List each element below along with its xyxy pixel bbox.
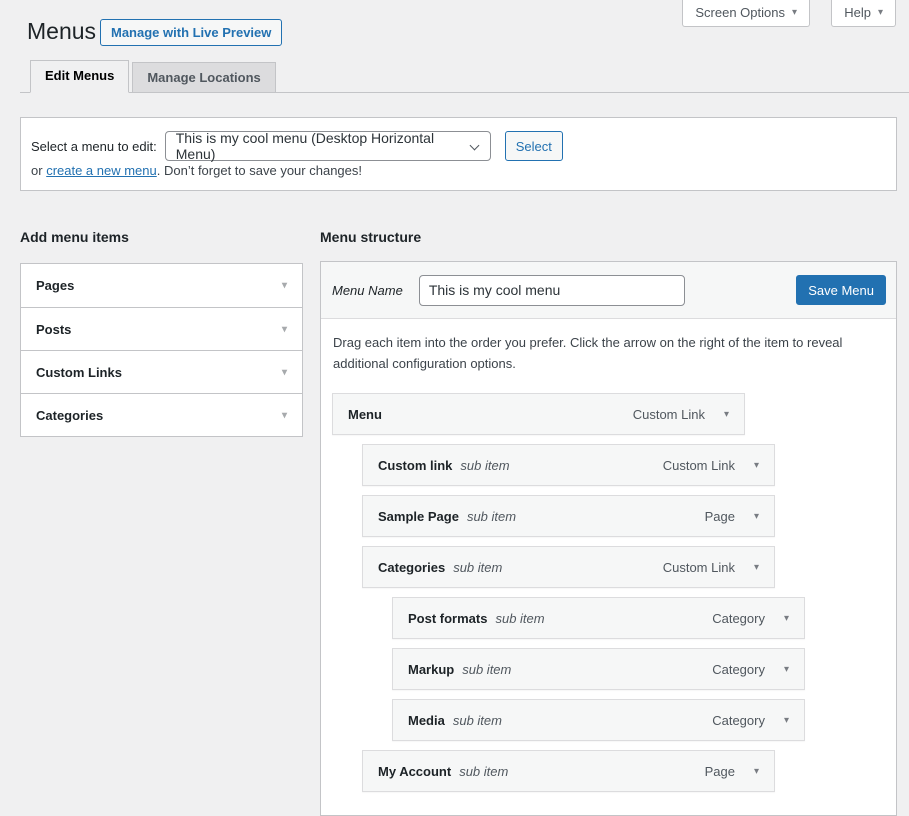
chevron-down-icon: ▾: [792, 8, 797, 18]
menu-item-type: Page: [705, 509, 735, 524]
menu-select-dropdown[interactable]: This is my cool menu (Desktop Horizontal…: [165, 131, 491, 161]
menu-item-title: Menu: [348, 407, 382, 422]
menus-admin-page: Menus Manage with Live Preview Screen Op…: [0, 0, 909, 816]
menu-item-media[interactable]: Media sub item Category ▾: [392, 699, 805, 741]
accordion-panel-pages[interactable]: Pages ▾: [21, 264, 302, 307]
help-label: Help: [844, 5, 871, 20]
menu-item-my-account[interactable]: My Account sub item Page ▾: [362, 750, 775, 792]
menu-item-title: Sample Page: [378, 509, 459, 524]
or-text: or: [31, 163, 43, 178]
menu-item-categories[interactable]: Categories sub item Custom Link ▾: [362, 546, 775, 588]
chevron-down-icon: ▾: [878, 8, 883, 18]
menu-select-label: Select a menu to edit:: [31, 139, 157, 154]
menu-item-type: Custom Link: [663, 458, 735, 473]
menu-item-sub-label: sub item: [495, 611, 544, 626]
menu-item-sub-label: sub item: [453, 713, 502, 728]
menu-item-title: Markup: [408, 662, 454, 677]
expand-item-icon[interactable]: ▾: [754, 562, 759, 573]
add-menu-items-heading: Add menu items: [20, 229, 129, 245]
accordion-label: Categories: [36, 408, 103, 423]
help-button[interactable]: Help ▾: [831, 0, 896, 27]
menu-item-sub-label: sub item: [460, 458, 509, 473]
chevron-down-icon: ▾: [282, 367, 287, 378]
expand-item-icon[interactable]: ▾: [784, 613, 789, 624]
expand-item-icon[interactable]: ▾: [784, 715, 789, 726]
menu-item-sub-label: sub item: [453, 560, 502, 575]
menu-item-type: Page: [705, 764, 735, 779]
menu-item-title: Custom link: [378, 458, 452, 473]
accordion-label: Custom Links: [36, 365, 122, 380]
screen-options-label: Screen Options: [695, 5, 785, 20]
menu-item-type: Category: [712, 611, 765, 626]
add-menu-items-accordion: Pages ▾ Posts ▾ Custom Links ▾ Categorie…: [20, 263, 303, 437]
menu-item-type: Category: [712, 713, 765, 728]
expand-item-icon[interactable]: ▾: [754, 766, 759, 777]
menu-select-panel: Select a menu to edit: This is my cool m…: [20, 117, 897, 191]
save-menu-button[interactable]: Save Menu: [796, 275, 886, 305]
menu-item-menu[interactable]: Menu Custom Link ▾: [332, 393, 745, 435]
accordion-panel-posts[interactable]: Posts ▾: [21, 307, 302, 350]
chevron-down-icon: ▾: [282, 410, 287, 421]
expand-item-icon[interactable]: ▾: [754, 460, 759, 471]
menu-item-sub-label: sub item: [459, 764, 508, 779]
menu-item-type: Custom Link: [663, 560, 735, 575]
menu-item-type: Category: [712, 662, 765, 677]
manage-live-preview-button[interactable]: Manage with Live Preview: [100, 19, 282, 46]
tab-edit-menus[interactable]: Edit Menus: [30, 60, 129, 93]
menu-item-title: Categories: [378, 560, 445, 575]
page-title: Menus: [27, 17, 96, 46]
menu-item-post-formats[interactable]: Post formats sub item Category ▾: [392, 597, 805, 639]
chevron-down-icon: [469, 141, 479, 151]
accordion-panel-categories[interactable]: Categories ▾: [21, 393, 302, 436]
menu-item-custom-link[interactable]: Custom link sub item Custom Link ▾: [362, 444, 775, 486]
tab-bar: Edit Menus Manage Locations: [20, 61, 909, 93]
chevron-down-icon: ▾: [282, 324, 287, 335]
screen-options-button[interactable]: Screen Options ▾: [682, 0, 810, 27]
menu-item-sample-page[interactable]: Sample Page sub item Page ▾: [362, 495, 775, 537]
save-changes-reminder: . Don’t forget to save your changes!: [157, 163, 362, 178]
menu-item-type: Custom Link: [633, 407, 705, 422]
menu-item-title: Media: [408, 713, 445, 728]
tab-manage-locations[interactable]: Manage Locations: [132, 62, 275, 93]
accordion-label: Posts: [36, 322, 71, 337]
menu-select-value: This is my cool menu (Desktop Horizontal…: [176, 130, 460, 162]
accordion-label: Pages: [36, 278, 74, 293]
menu-name-input[interactable]: [419, 275, 685, 306]
menu-name-label: Menu Name: [332, 283, 403, 298]
menu-item-markup[interactable]: Markup sub item Category ▾: [392, 648, 805, 690]
drag-instructions: Drag each item into the order you prefer…: [321, 319, 861, 389]
select-menu-button[interactable]: Select: [505, 131, 563, 161]
create-menu-hint: or create a new menu. Don’t forget to sa…: [31, 163, 362, 178]
expand-item-icon[interactable]: ▾: [724, 409, 729, 420]
menu-item-title: Post formats: [408, 611, 487, 626]
expand-item-icon[interactable]: ▾: [784, 664, 789, 675]
accordion-panel-custom-links[interactable]: Custom Links ▾: [21, 350, 302, 393]
menu-item-title: My Account: [378, 764, 451, 779]
menu-item-sub-label: sub item: [462, 662, 511, 677]
menu-name-header: Menu Name Save Menu: [321, 262, 896, 319]
menu-item-sub-label: sub item: [467, 509, 516, 524]
expand-item-icon[interactable]: ▾: [754, 511, 759, 522]
menu-structure-heading: Menu structure: [320, 229, 421, 245]
chevron-down-icon: ▾: [282, 280, 287, 291]
create-new-menu-link[interactable]: create a new menu: [46, 163, 157, 178]
